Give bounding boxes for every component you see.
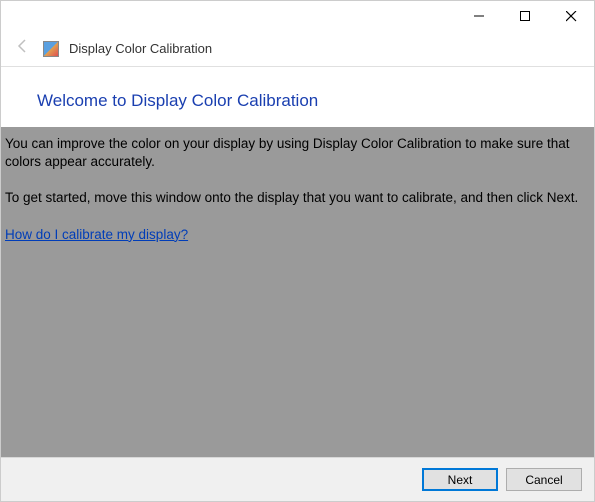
page-heading: Welcome to Display Color Calibration [37,91,558,111]
maximize-button[interactable] [502,1,548,31]
minimize-button[interactable] [456,1,502,31]
back-arrow-icon [13,38,33,59]
cancel-button[interactable]: Cancel [506,468,582,491]
window-title: Display Color Calibration [69,41,212,56]
close-button[interactable] [548,1,594,31]
app-icon [43,41,59,57]
header-bar: Display Color Calibration [1,31,594,67]
titlebar [1,1,594,31]
intro-paragraph-2: To get started, move this window onto th… [5,189,590,207]
content-pane: You can improve the color on your displa… [1,127,594,469]
heading-area: Welcome to Display Color Calibration [1,67,594,127]
footer-bar: Next Cancel [1,457,594,501]
intro-paragraph-1: You can improve the color on your displa… [5,135,590,171]
next-button[interactable]: Next [422,468,498,491]
help-link[interactable]: How do I calibrate my display? [5,227,188,242]
